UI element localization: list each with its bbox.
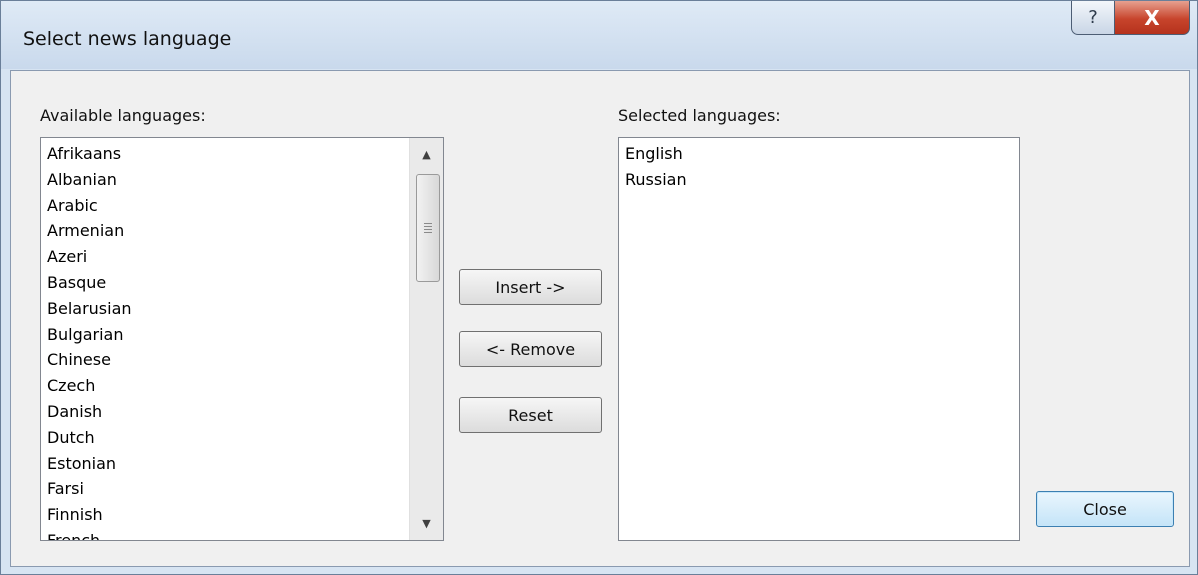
dialog-client-area: Available languages: Afrikaans Albanian Ar… — [10, 70, 1190, 567]
grip-icon — [424, 223, 432, 233]
close-icon: X — [1144, 5, 1160, 30]
list-item[interactable]: Belarusian — [41, 296, 443, 322]
remove-button[interactable]: <- Remove — [459, 331, 602, 367]
list-item[interactable]: Chinese — [41, 347, 443, 373]
list-item[interactable]: English — [619, 141, 1019, 167]
chevron-down-icon: ▼ — [422, 517, 431, 530]
scroll-up-button[interactable]: ▲ — [410, 138, 443, 171]
selected-items: English Russian — [619, 138, 1019, 193]
list-item[interactable]: Afrikaans — [41, 141, 443, 167]
insert-button[interactable]: Insert -> — [459, 269, 602, 305]
chevron-up-icon: ▲ — [422, 148, 431, 161]
list-item[interactable]: Dutch — [41, 425, 443, 451]
close-window-button[interactable]: X — [1114, 1, 1190, 35]
help-icon: ? — [1088, 7, 1098, 28]
list-item[interactable]: Finnish — [41, 502, 443, 528]
list-item[interactable]: Albanian — [41, 167, 443, 193]
reset-button[interactable]: Reset — [459, 397, 602, 433]
list-item[interactable]: Russian — [619, 167, 1019, 193]
list-item[interactable]: Farsi — [41, 476, 443, 502]
list-item[interactable]: Arabic — [41, 193, 443, 219]
close-button[interactable]: Close — [1036, 491, 1174, 527]
list-item[interactable]: Czech — [41, 373, 443, 399]
list-item[interactable]: Basque — [41, 270, 443, 296]
list-item[interactable]: French — [41, 528, 443, 540]
available-scrollbar[interactable]: ▲ ▼ — [409, 138, 443, 540]
list-item[interactable]: Danish — [41, 399, 443, 425]
list-item[interactable]: Azeri — [41, 244, 443, 270]
dialog-window: Select news language ? X Available langu… — [0, 0, 1198, 575]
selected-languages-list[interactable]: English Russian — [618, 137, 1020, 541]
list-item[interactable]: Bulgarian — [41, 322, 443, 348]
window-title: Select news language — [23, 28, 232, 50]
title-bar[interactable]: Select news language ? X — [1, 1, 1197, 69]
help-button[interactable]: ? — [1071, 1, 1115, 35]
selected-languages-label: Selected languages: — [618, 106, 781, 125]
available-languages-label: Available languages: — [40, 106, 206, 125]
scroll-thumb[interactable] — [416, 174, 440, 282]
list-item[interactable]: Estonian — [41, 451, 443, 477]
available-items: Afrikaans Albanian Arabic Armenian Azeri Basq… — [41, 138, 443, 540]
available-languages-list[interactable]: Afrikaans Albanian Arabic Armenian Azeri Basq… — [40, 137, 444, 541]
list-item[interactable]: Armenian — [41, 218, 443, 244]
scroll-down-button[interactable]: ▼ — [410, 507, 443, 540]
